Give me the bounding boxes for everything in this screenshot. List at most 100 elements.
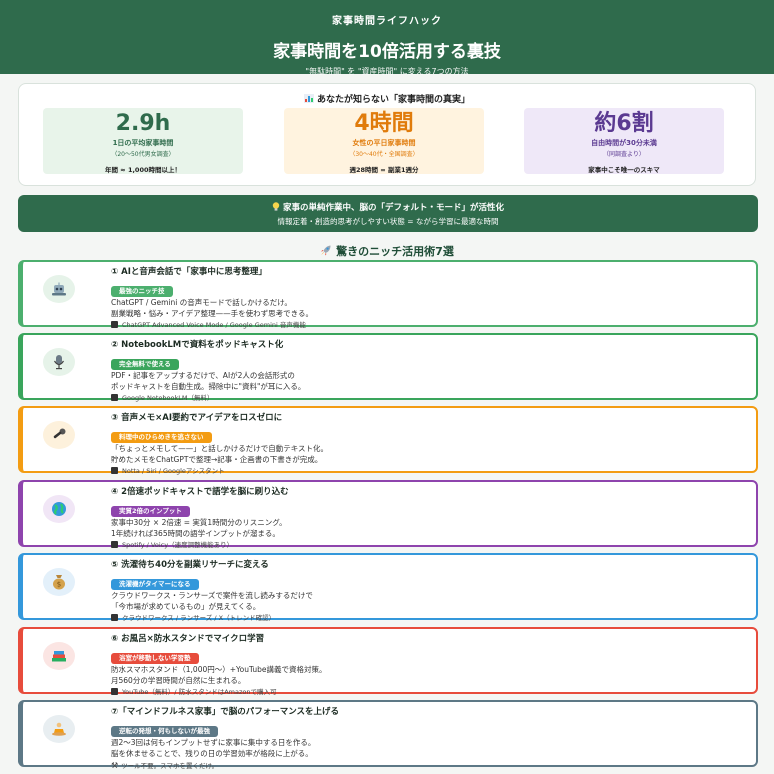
- stat-card-free-time: 約6割 自由時間が30分未満 （同調査より） 家事中こそ唯一のスキマ: [524, 108, 724, 174]
- section-title: 驚きのニッチ活用術7選: [336, 245, 454, 258]
- banner-sub: 情報定着・創造的思考がしやすい状態 = ながら学習に最適な時間: [277, 217, 499, 226]
- card-title: ⑦「マインドフルネス家事」で脳のパフォーマンスを上げる: [111, 707, 340, 717]
- card-badge: 実質2倍のインプット: [111, 506, 190, 517]
- banner-main-row: 家事の単純作業中、脳の「デフォルト・モード」が活性化: [18, 201, 758, 213]
- header: 家事時間ライフハック 家事時間を10倍活用する裏技 "無駄時間" を "資産時間…: [0, 0, 774, 76]
- money-bag-icon: $: [43, 568, 75, 596]
- stat-label: 女性の平日家事時間: [352, 139, 416, 147]
- card-badge: 料理中のひらめきを逃さない: [111, 432, 212, 443]
- hack-card-podcast-language: ④ 2倍速ポッドキャストで語学を脳に刷り込む 実質2倍のインプット 家事中30分…: [18, 480, 758, 550]
- meditation-icon: [43, 715, 75, 743]
- tools-icon: [111, 688, 118, 695]
- stat-card-daily-hours: 2.9h 1日の平均家事時間 （20〜50代男女調査） 年間 ≈ 1,000時間…: [43, 108, 243, 174]
- card-tools-row: Notta / Siri / Googleアシスタント: [111, 467, 741, 476]
- stats-row: 2.9h 1日の平均家事時間 （20〜50代男女調査） 年間 ≈ 1,000時間…: [43, 108, 733, 180]
- card-badge: 逆転の発想・何もしないが最強: [111, 726, 218, 737]
- stat-card-women-weekday: 4時間 女性の平日家事時間 （30〜40代・全国調査） 週28時間 = 副業1週…: [284, 108, 484, 174]
- card-tools: YouTube（無料）/ 防水スタンドはAmazonで購入可: [122, 688, 277, 696]
- stat-source: （20〜50代男女調査）: [111, 151, 175, 158]
- section-title-row: 驚きのニッチ活用術7選: [0, 243, 774, 259]
- insight-banner: 家事の単純作業中、脳の「デフォルト・モード」が活性化 情報定着・創造的思考がしや…: [18, 195, 758, 232]
- header-kicker: 家事時間ライフハック: [332, 16, 442, 27]
- card-badge: 洗濯機がタイマーになる: [111, 579, 199, 590]
- page-subtitle: "無駄時間" を "資産時間" に変える7つの方法: [305, 67, 469, 76]
- books-icon: [43, 642, 75, 670]
- card-title: ② NotebookLMで資料をポッドキャスト化: [111, 340, 284, 350]
- card-desc-line-2: 月560分の学習時間が自然に生まれる。: [111, 676, 246, 685]
- stat-value: 2.9h: [115, 111, 171, 136]
- lightbulb-icon: [272, 202, 280, 211]
- hack-card-bath-learning: ⑥ お風呂×防水スタンドでマイクロ学習 浴室が移動しない学習塾 防水スマホスタン…: [18, 627, 758, 697]
- card-tools: ChatGPT Advanced Voice Mode / Google Gem…: [122, 321, 306, 329]
- card-badge: 浴室が移動しない学習塾: [111, 653, 199, 664]
- card-title: ④ 2倍速ポッドキャストで語学を脳に刷り込む: [111, 487, 289, 497]
- card-desc-line-2: ポッドキャストを自動生成。掃除中に"資料"が耳に入る。: [111, 382, 306, 391]
- stat-value: 約6割: [594, 111, 654, 136]
- card-title: ⑥ お風呂×防水スタンドでマイクロ学習: [111, 634, 265, 644]
- card-desc-line-2: 貯めたメモをChatGPTで整理→記事・企画書の下書きが完成。: [111, 455, 323, 464]
- stat-note: 年間 ≈ 1,000時間以上！: [104, 166, 182, 174]
- stat-note: 家事中こそ唯一のスキマ: [588, 166, 660, 174]
- card-body: ⑥ お風呂×防水スタンドでマイクロ学習 浴室が移動しない学習塾 防水スマホスタン…: [111, 633, 741, 697]
- card-desc-line-1: PDF・記事をアップするだけで、AIが2人の会話形式の: [111, 371, 295, 380]
- card-desc-line-1: ChatGPT / Gemini の音声モードで話しかけるだけ。: [111, 298, 292, 307]
- globe-icon: [43, 495, 75, 523]
- card-tools-row: ⚒ ツール不要。スマホを置くだけ。: [111, 761, 741, 771]
- tools-icon: [111, 394, 118, 401]
- card-badge: 最強のニッチ技: [111, 286, 173, 297]
- handheld-mic-icon: [43, 421, 75, 449]
- tools-icon: [111, 614, 118, 621]
- card-desc-line-1: 防水スマホスタンド（1,000円〜）+YouTube講義で資格対策。: [111, 665, 327, 674]
- stat-note: 週28時間 = 副業1週分: [349, 166, 419, 174]
- card-tools-row: Spotify / Voicy（速度調整機能あり）: [111, 541, 741, 550]
- card-tools: クラウドワークス / ランサーズ / X（トレンド確認）: [122, 614, 276, 622]
- stat-source: （同調査より）: [603, 151, 645, 158]
- card-title: ① AIと音声会話で「家事中に思考整理」: [111, 267, 267, 277]
- stat-label: 1日の平均家事時間: [112, 139, 174, 147]
- card-tools-row: ChatGPT Advanced Voice Mode / Google Gem…: [111, 321, 741, 330]
- page-title: 家事時間を10倍活用する裏技: [273, 42, 501, 62]
- card-badge: 完全無料で使える: [111, 359, 179, 370]
- hack-card-voice-memo: ③ 音声メモ×AI要約でアイデアをロスゼロに 料理中のひらめきを逃さない 「ちょ…: [18, 406, 758, 476]
- tools-icon: [111, 467, 118, 474]
- tools-icon: [111, 541, 118, 548]
- card-tools-row: Google NotebookLM（無料）: [111, 394, 741, 403]
- card-title: ③ 音声メモ×AI要約でアイデアをロスゼロに: [111, 413, 283, 423]
- hack-card-laundry-research: $ ⑤ 洗濯待ち40分を副業リサーチに変える 洗濯機がタイマーになる クラウドワ…: [18, 553, 758, 623]
- card-body: ① AIと音声会話で「家事中に思考整理」 最強のニッチ技 ChatGPT / G…: [111, 266, 741, 330]
- tools-icon: [111, 321, 118, 328]
- card-desc-line-2: 「今市場が求めているもの」が見えてくる。: [111, 602, 261, 611]
- card-tools: Google NotebookLM（無料）: [122, 394, 214, 402]
- card-tools: Spotify / Voicy（速度調整機能あり）: [122, 541, 234, 549]
- hack-card-ai-voice: ① AIと音声会話で「家事中に思考整理」 最強のニッチ技 ChatGPT / G…: [18, 260, 758, 330]
- card-desc-line-2: 副業戦略・悩み・アイデア整理——手を使わず思考できる。: [111, 309, 313, 318]
- card-body: ③ 音声メモ×AI要約でアイデアをロスゼロに 料理中のひらめきを逃さない 「ちょ…: [111, 412, 741, 476]
- truth-panel: あなたが知らない「家事時間の真実」 2.9h 1日の平均家事時間 （20〜50代…: [18, 83, 756, 186]
- hack-card-mindfulness: ⑦「マインドフルネス家事」で脳のパフォーマンスを上げる 逆転の発想・何もしないが…: [18, 700, 758, 770]
- card-tools: Notta / Siri / Googleアシスタント: [122, 467, 225, 475]
- robot-icon: [43, 275, 75, 303]
- card-tools: ツール不要。スマホを置くだけ。: [121, 762, 219, 770]
- card-title: ⑤ 洗濯待ち40分を副業リサーチに変える: [111, 560, 269, 570]
- card-body: ⑤ 洗濯待ち40分を副業リサーチに変える 洗濯機がタイマーになる クラウドワーク…: [111, 559, 741, 623]
- card-body: ② NotebookLMで資料をポッドキャスト化 完全無料で使える PDF・記事…: [111, 339, 741, 403]
- stat-source: （30〜40代・全国調査）: [349, 151, 419, 158]
- stat-label: 自由時間が30分未満: [591, 139, 657, 147]
- card-desc-line-2: 脳を休ませることで、残りの日の学習効率が格段に上がる。: [111, 749, 313, 758]
- truth-title: あなたが知らない「家事時間の真実」: [316, 95, 470, 105]
- rocket-icon: [321, 245, 331, 256]
- card-desc-line-1: 家事中30分 × 2倍速 = 実質1時間分のリスニング。: [111, 518, 287, 527]
- wrench-icon: ⚒: [111, 761, 119, 770]
- card-body: ⑦「マインドフルネス家事」で脳のパフォーマンスを上げる 逆転の発想・何もしないが…: [111, 706, 741, 771]
- microphone-icon: [43, 348, 75, 376]
- card-body: ④ 2倍速ポッドキャストで語学を脳に刷り込む 実質2倍のインプット 家事中30分…: [111, 486, 741, 550]
- bar-chart-icon: [303, 94, 314, 103]
- hack-card-notebooklm: ② NotebookLMで資料をポッドキャスト化 完全無料で使える PDF・記事…: [18, 333, 758, 403]
- card-desc-line-1: クラウドワークス・ランサーズで案件を流し読みするだけで: [111, 591, 313, 600]
- card-desc-line-1: 週2〜3回は何もインプットせずに家事に集中する日を作る。: [111, 738, 316, 747]
- svg-text:$: $: [57, 581, 61, 589]
- card-tools-row: YouTube（無料）/ 防水スタンドはAmazonで購入可: [111, 688, 741, 697]
- banner-main: 家事の単純作業中、脳の「デフォルト・モード」が活性化: [282, 203, 504, 213]
- card-desc-line-1: 「ちょっとメモして——」と話しかけるだけで自動テキスト化。: [111, 444, 329, 453]
- card-desc-line-2: 1年続ければ365時間の語学インプットが溜まる。: [111, 529, 280, 538]
